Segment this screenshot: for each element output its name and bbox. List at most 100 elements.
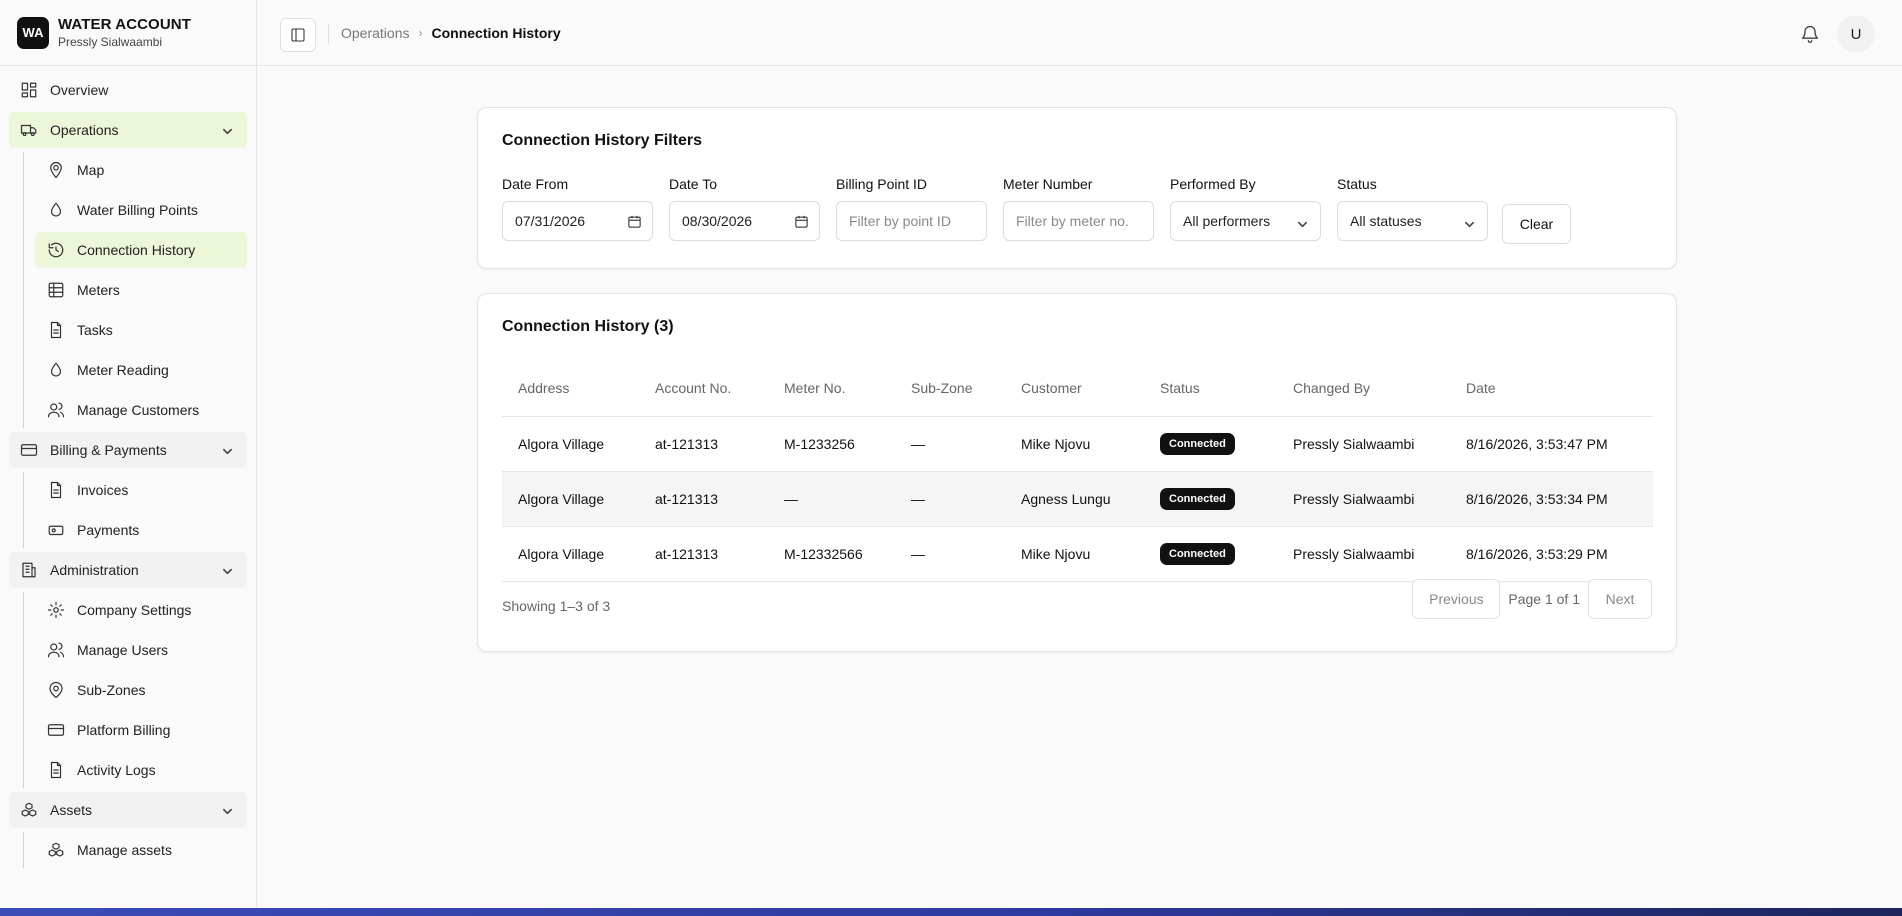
boxes-icon <box>47 841 65 859</box>
column-header[interactable]: Date <box>1450 360 1653 417</box>
sidebar-item-label: Water Billing Points <box>77 202 198 218</box>
notifications-button[interactable] <box>1800 24 1820 49</box>
status-value: All statuses <box>1350 213 1422 229</box>
column-header[interactable]: Status <box>1144 360 1277 417</box>
breadcrumb-parent-link[interactable]: Operations <box>341 25 409 41</box>
main-content: Operations › Connection History U Connec… <box>257 0 1902 908</box>
previous-page-button[interactable]: Previous <box>1412 579 1501 619</box>
file-text-icon <box>47 481 65 499</box>
administration-sublist: Company Settings Manage Users Sub-Zones … <box>23 592 247 788</box>
performed-by-value: All performers <box>1183 213 1271 229</box>
sidebar-item-connection-history[interactable]: Connection History <box>35 232 247 268</box>
sidebar-item-label: Manage Customers <box>77 402 200 418</box>
table-row[interactable]: Algora Village at-121313 M-1233256 — Mik… <box>502 416 1653 472</box>
meter-number-input[interactable]: Filter by meter no. <box>1003 201 1154 241</box>
sidebar-item-company-settings[interactable]: Company Settings <box>35 592 247 628</box>
table-row[interactable]: Algora Village at-121313 — — Agness Lung… <box>502 471 1653 527</box>
sidebar: WA WATER ACCOUNT Pressly Sialwaambi Over… <box>0 0 257 908</box>
sidebar-item-payments[interactable]: Payments <box>35 512 247 548</box>
sidebar-item-meters[interactable]: Meters <box>35 272 247 308</box>
file-text-icon <box>47 321 65 339</box>
chevron-down-icon <box>1297 217 1308 233</box>
top-bar: Operations › Connection History U <box>257 0 1902 66</box>
sidebar-group-label: Assets <box>50 802 93 818</box>
filter-performed-by: Performed By All performers <box>1170 176 1321 241</box>
column-header[interactable]: Sub-Zone <box>895 360 1005 417</box>
cell-changed-by: Pressly Sialwaambi <box>1277 471 1450 527</box>
sidebar-item-invoices[interactable]: Invoices <box>35 472 247 508</box>
sidebar-item-manage-assets[interactable]: Manage assets <box>35 832 247 868</box>
sidebar-group-billing[interactable]: Billing & Payments <box>9 432 247 468</box>
table-icon <box>47 281 65 299</box>
sidebar-item-label: Map <box>77 162 105 178</box>
date-from-input[interactable]: 07/31/2026 <box>502 201 653 241</box>
brand[interactable]: WA WATER ACCOUNT Pressly Sialwaambi <box>0 0 256 66</box>
sidebar-item-overview[interactable]: Overview <box>9 72 247 108</box>
cell-meter: — <box>768 471 895 527</box>
sidebar-group-assets[interactable]: Assets <box>9 792 247 828</box>
filter-meter-number: Meter Number Filter by meter no. <box>1003 176 1154 241</box>
table-row[interactable]: Algora Village at-121313 M-12332566 — Mi… <box>502 526 1653 582</box>
sidebar-item-sub-zones[interactable]: Sub-Zones <box>35 672 247 708</box>
sidebar-item-label: Overview <box>50 82 109 98</box>
filter-status: Status All statuses <box>1337 176 1488 241</box>
sidebar-toggle-button[interactable] <box>280 18 316 52</box>
chevron-down-icon <box>1464 217 1475 233</box>
sidebar-item-water-billing-points[interactable]: Water Billing Points <box>35 192 247 228</box>
performed-by-label: Performed By <box>1170 176 1256 192</box>
billing-point-input[interactable]: Filter by point ID <box>836 201 987 241</box>
assets-sublist: Manage assets <box>23 832 247 868</box>
cell-account: at-121313 <box>639 526 768 582</box>
cell-changed-by: Pressly Sialwaambi <box>1277 526 1450 582</box>
brand-subtitle: Pressly Sialwaambi <box>58 35 163 49</box>
column-header[interactable]: Meter No. <box>768 360 895 417</box>
sidebar-group-label: Administration <box>50 562 139 578</box>
column-header[interactable]: Account No. <box>639 360 768 417</box>
date-from-label: Date From <box>502 176 569 192</box>
performed-by-select[interactable]: All performers <box>1170 201 1321 241</box>
calendar-icon[interactable] <box>627 214 642 232</box>
filters-title: Connection History Filters <box>502 132 703 149</box>
cell-customer: Mike Njovu <box>1005 416 1144 472</box>
date-to-input[interactable]: 08/30/2026 <box>669 201 820 241</box>
breadcrumb-separator: › <box>418 26 423 40</box>
building-icon <box>20 561 38 579</box>
status-badge: Connected <box>1160 487 1235 510</box>
cell-address: Algora Village <box>502 416 639 472</box>
cell-status: Connected <box>1144 416 1277 472</box>
clear-filters-button[interactable]: Clear <box>1502 204 1571 244</box>
sidebar-item-platform-billing[interactable]: Platform Billing <box>35 712 247 748</box>
sidebar-group-administration[interactable]: Administration <box>9 552 247 588</box>
sidebar-item-activity-logs[interactable]: Activity Logs <box>35 752 247 788</box>
calendar-icon[interactable] <box>794 214 809 232</box>
meter-number-label: Meter Number <box>1003 176 1093 192</box>
users-icon <box>47 401 65 419</box>
cell-address: Algora Village <box>502 526 639 582</box>
sidebar-item-manage-users[interactable]: Manage Users <box>35 632 247 668</box>
sidebar-group-operations[interactable]: Operations <box>9 112 247 148</box>
app-window: WA WATER ACCOUNT Pressly Sialwaambi Over… <box>0 0 1902 908</box>
cell-account: at-121313 <box>639 416 768 472</box>
next-page-button[interactable]: Next <box>1588 579 1652 619</box>
brand-logo: WA <box>17 16 49 49</box>
map-pin-icon <box>47 681 65 699</box>
user-avatar-button[interactable]: U <box>1837 15 1875 53</box>
column-header[interactable]: Customer <box>1005 360 1144 417</box>
bell-icon <box>1801 25 1819 43</box>
status-badge: Connected <box>1160 432 1235 455</box>
sidebar-item-map[interactable]: Map <box>35 152 247 188</box>
meter-number-placeholder: Filter by meter no. <box>1016 213 1129 229</box>
sidebar-nav: Overview Operations Map Water Billing Po… <box>0 66 256 868</box>
sidebar-item-manage-customers[interactable]: Manage Customers <box>35 392 247 428</box>
sidebar-group-label: Operations <box>50 122 119 138</box>
column-header[interactable]: Changed By <box>1277 360 1450 417</box>
sidebar-item-meter-reading[interactable]: Meter Reading <box>35 352 247 388</box>
column-header[interactable]: Address <box>502 360 639 417</box>
status-select[interactable]: All statuses <box>1337 201 1488 241</box>
results-count: Showing 1–3 of 3 <box>502 598 611 614</box>
sidebar-item-tasks[interactable]: Tasks <box>35 312 247 348</box>
dashboard-icon <box>20 81 38 99</box>
cell-date: 8/16/2026, 3:53:29 PM <box>1450 526 1653 582</box>
status-badge: Connected <box>1160 542 1235 565</box>
divider <box>328 24 329 44</box>
